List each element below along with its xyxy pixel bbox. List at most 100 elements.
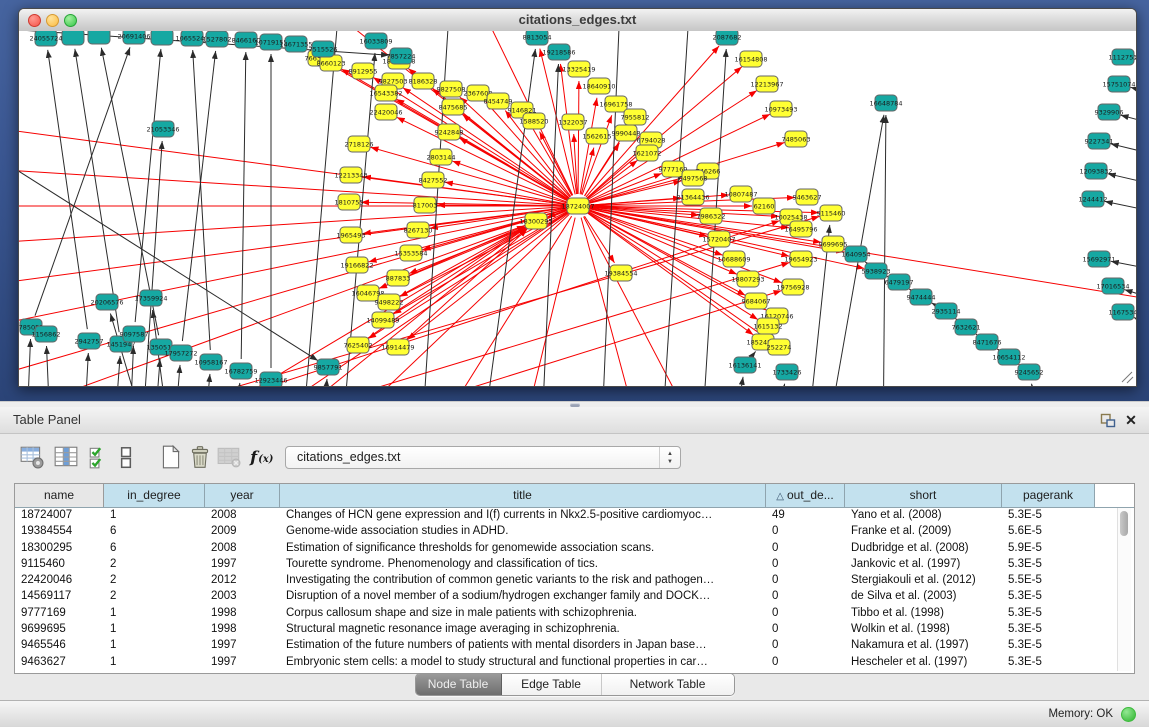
graph-node[interactable]: 1562615 (583, 128, 612, 144)
graph-node[interactable]: 12093832 (1079, 163, 1112, 179)
graph-node[interactable]: 9097587 (120, 326, 149, 342)
column-header-in_degree[interactable]: in_degree (104, 484, 205, 507)
graph-node[interactable]: 8186328 (409, 73, 438, 89)
graph-node[interactable]: 1615132 (754, 318, 783, 334)
graph-node[interactable] (62, 31, 84, 45)
graph-edge[interactable] (752, 351, 755, 355)
graph-edge[interactable] (113, 356, 120, 386)
graph-edge[interactable] (301, 31, 341, 386)
graph-node[interactable]: 7515526 (309, 41, 338, 57)
graph-node[interactable]: 7986322 (697, 208, 726, 224)
graph-node[interactable]: 16033809 (359, 33, 392, 49)
graph-node[interactable]: 20691406 (117, 31, 150, 44)
graph-node[interactable]: 12923446 (254, 372, 287, 386)
graph-node[interactable] (88, 31, 110, 44)
graph-edge[interactable] (865, 262, 867, 263)
graph-node[interactable]: 1112753 (1109, 49, 1136, 65)
column-header-year[interactable]: year (205, 484, 280, 507)
graph-node[interactable]: 9684067 (742, 293, 771, 309)
graph-node[interactable]: 12213343 (334, 167, 367, 183)
graph-node[interactable]: 16782759 (224, 363, 257, 379)
graph-edge[interactable] (883, 115, 886, 386)
graph-edge[interactable] (193, 50, 211, 350)
graph-node[interactable]: 9115460 (817, 205, 846, 221)
graph-node[interactable]: 21053346 (146, 121, 179, 137)
graph-node[interactable]: 17359924 (134, 290, 167, 306)
graph-edge[interactable] (771, 384, 785, 386)
graph-node[interactable]: 7625402 (344, 337, 373, 353)
table-row[interactable]: 969969511998Structural magnetic resonanc… (15, 621, 1120, 637)
graph-node[interactable]: 1640954 (842, 246, 871, 262)
graph-node[interactable]: 887833 (386, 270, 411, 286)
graph-node[interactable]: 1588520 (520, 113, 549, 129)
graph-edge[interactable] (47, 346, 51, 386)
column-header-short[interactable]: short (845, 484, 1002, 507)
graph-node[interactable]: 7857224 (387, 48, 416, 64)
graph-node[interactable]: 8475685 (439, 99, 468, 115)
graph-node[interactable]: 8813054 (523, 31, 552, 45)
graph-node[interactable]: 19166822 (340, 257, 373, 273)
graph-edge[interactable] (35, 47, 130, 315)
graph-node[interactable]: 817003 (413, 197, 438, 213)
graph-node[interactable]: 10654112 (992, 349, 1025, 365)
table-row[interactable]: 2242004622012Investigating the contribut… (15, 572, 1120, 588)
graph-edge[interactable] (201, 262, 790, 386)
graph-node[interactable]: 8427552 (419, 172, 448, 188)
tab-edge-table[interactable]: Edge Table (502, 674, 602, 695)
graph-node[interactable]: 9498222 (375, 294, 404, 310)
graph-node[interactable]: 7955812 (621, 109, 650, 125)
graph-node[interactable]: 19654923 (784, 251, 817, 267)
column-header-name[interactable]: name (15, 484, 104, 507)
graph-edge[interactable] (1108, 174, 1136, 186)
graph-node[interactable]: 19218586 (542, 44, 575, 60)
scrollbar-thumb[interactable] (1120, 511, 1128, 536)
table-row[interactable]: 977716911998Corpus callosum shape and si… (15, 605, 1120, 621)
graph-node[interactable]: 62160 (753, 198, 775, 214)
graph-node[interactable]: 15751074 (1102, 76, 1135, 92)
select-columns-button[interactable] (51, 442, 81, 472)
graph-node[interactable]: 6497568 (679, 170, 708, 186)
vertical-scrollbar[interactable] (1117, 508, 1131, 671)
table-row[interactable]: 1938455462009Genome-wide association stu… (15, 523, 1120, 539)
graph-node[interactable]: 1733426 (773, 364, 802, 380)
graph-node[interactable]: 20206576 (90, 294, 123, 310)
graph-node[interactable]: 9827508 (437, 81, 466, 97)
graph-node[interactable]: 18640910 (582, 78, 615, 94)
graph-node[interactable]: 24055724 (29, 31, 62, 46)
graph-node[interactable]: 10688609 (717, 251, 750, 267)
graph-node[interactable]: 10958167 (194, 354, 227, 370)
table-row[interactable]: 946554611997Estimation of the future num… (15, 637, 1120, 653)
table-row[interactable]: 1830029562008Estimation of significance … (15, 540, 1120, 556)
table-row[interactable]: 1872400712008Changes of HCN gene express… (15, 507, 1120, 523)
graph-node[interactable]: 7485063 (782, 131, 811, 147)
graph-edge[interactable] (578, 81, 579, 194)
graph-node[interactable]: 9474444 (907, 289, 936, 305)
graph-edge[interactable] (931, 303, 935, 305)
graph-node[interactable]: 19384554 (604, 265, 637, 281)
graph-node[interactable]: 9463627 (793, 189, 822, 205)
graph-edge[interactable] (581, 218, 641, 386)
graph-node[interactable]: 1527802 (203, 31, 232, 47)
graph-node[interactable]: 2718126 (345, 136, 374, 152)
graph-node[interactable]: 8267130 (404, 222, 433, 238)
column-header-out_de[interactable]: △out_de... (766, 484, 845, 507)
graph-edge[interactable] (233, 383, 240, 386)
table-row[interactable]: 1456911722003Disruption of a novel membe… (15, 588, 1120, 604)
graph-node[interactable]: 1965493 (337, 227, 366, 243)
graph-edge[interactable] (26, 339, 31, 386)
delete-table-button[interactable] (185, 442, 215, 472)
graph-edge[interactable] (1131, 87, 1136, 96)
graph-node[interactable]: 19756928 (776, 279, 809, 295)
graph-edge[interactable] (1121, 115, 1136, 126)
graph-edge[interactable] (83, 353, 88, 386)
graph-node[interactable] (151, 31, 173, 45)
graph-node[interactable]: 252274 (767, 339, 792, 355)
tab-node-table[interactable]: Node Table (416, 674, 502, 695)
graph-node[interactable]: 1810755 (335, 194, 364, 210)
graph-edge[interactable] (1032, 384, 1046, 386)
graph-node[interactable]: 15692971 (1082, 251, 1115, 267)
graph-edge[interactable] (1134, 317, 1136, 331)
graph-node[interactable]: 9227341 (1085, 133, 1114, 149)
graph-node[interactable]: 18807293 (731, 271, 764, 287)
graph-node[interactable]: 14099489 (366, 312, 399, 328)
